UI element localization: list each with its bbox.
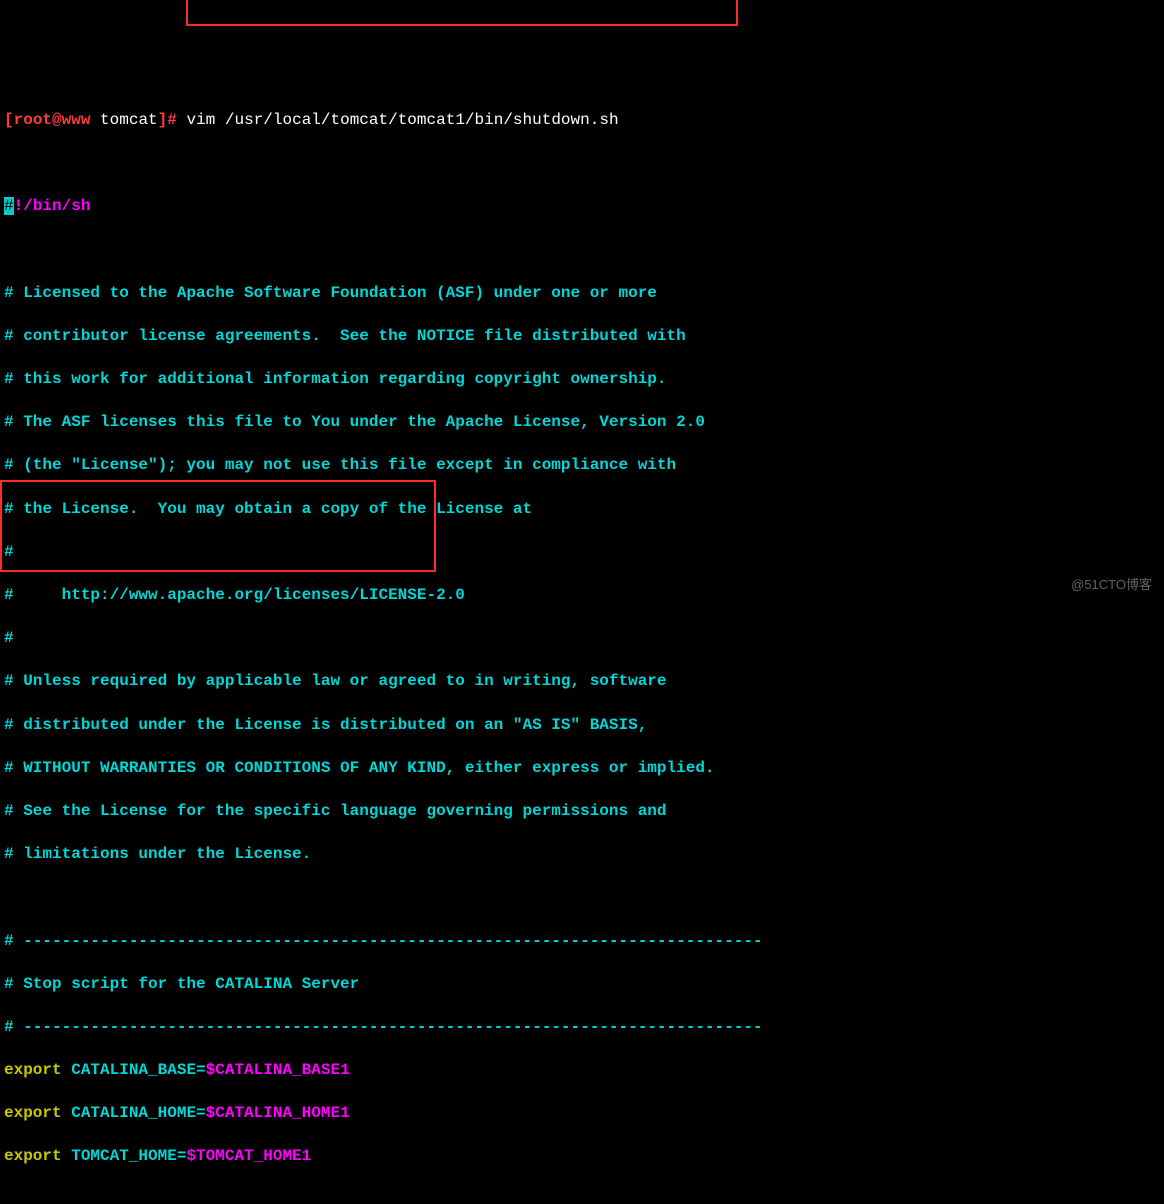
keyword-export: export [4,1061,62,1079]
blank-line [4,1190,1160,1204]
comment-line: # See the License for the specific langu… [4,801,1160,823]
blank-line [4,153,1160,175]
comment-line: # http://www.apache.org/licenses/LICENSE… [4,585,1160,607]
terminal-viewport[interactable]: [root@www tomcat]# vim /usr/local/tomcat… [0,86,1164,1204]
prompt-command: vim /usr/local/tomcat/tomcat1/bin/shutdo… [186,111,618,129]
comment-line: # The ASF licenses this file to You unde… [4,412,1160,434]
comment-stop-script: # Stop script for the CATALINA Server [4,974,1160,996]
comment-line: # (the "License"); you may not use this … [4,455,1160,477]
comment-line: # [4,628,1160,650]
export-value: $CATALINA_BASE1 [206,1061,350,1079]
keyword-export: export [4,1104,62,1122]
comment-line: # limitations under the License. [4,844,1160,866]
comment-line: # Unless required by applicable law or a… [4,671,1160,693]
comment-line: # the License. You may obtain a copy of … [4,499,1160,521]
export-var: TOMCAT_HOME= [71,1147,186,1165]
shebang-bang: ! [14,197,24,215]
comment-line: # WITHOUT WARRANTIES OR CONDITIONS OF AN… [4,758,1160,780]
highlight-command-box [186,0,738,26]
keyword-export: export [4,1147,62,1165]
shell-prompt-line: [root@www tomcat]# vim /usr/local/tomcat… [4,110,1160,132]
prompt-close-bracket: ] [158,111,168,129]
export-line: export CATALINA_HOME=$CATALINA_HOME1 [4,1103,1160,1125]
export-var: CATALINA_BASE= [71,1061,205,1079]
export-value: $CATALINA_HOME1 [206,1104,350,1122]
comment-line: # distributed under the License is distr… [4,715,1160,737]
export-line: export CATALINA_BASE=$CATALINA_BASE1 [4,1060,1160,1082]
export-line: export TOMCAT_HOME=$TOMCAT_HOME1 [4,1146,1160,1168]
cursor: # [4,197,14,215]
watermark: @51CTO博客 [1071,576,1152,594]
prompt-symbol: # [167,111,177,129]
comment-line: # contributor license agreements. See th… [4,326,1160,348]
blank-line [4,240,1160,262]
comment-separator: # --------------------------------------… [4,931,1160,953]
comment-line: # Licensed to the Apache Software Founda… [4,283,1160,305]
export-var: CATALINA_HOME= [71,1104,205,1122]
prompt-open-bracket: [ [4,111,14,129]
comment-line: # this work for additional information r… [4,369,1160,391]
comment-separator: # --------------------------------------… [4,1017,1160,1039]
blank-line [4,887,1160,909]
comment-line: # [4,542,1160,564]
shebang-line: #!/bin/sh [4,196,1160,218]
export-value: $TOMCAT_HOME1 [186,1147,311,1165]
shebang-path: /bin/sh [23,197,90,215]
prompt-user-host: root@www [14,111,91,129]
prompt-cwd: tomcat [100,111,158,129]
